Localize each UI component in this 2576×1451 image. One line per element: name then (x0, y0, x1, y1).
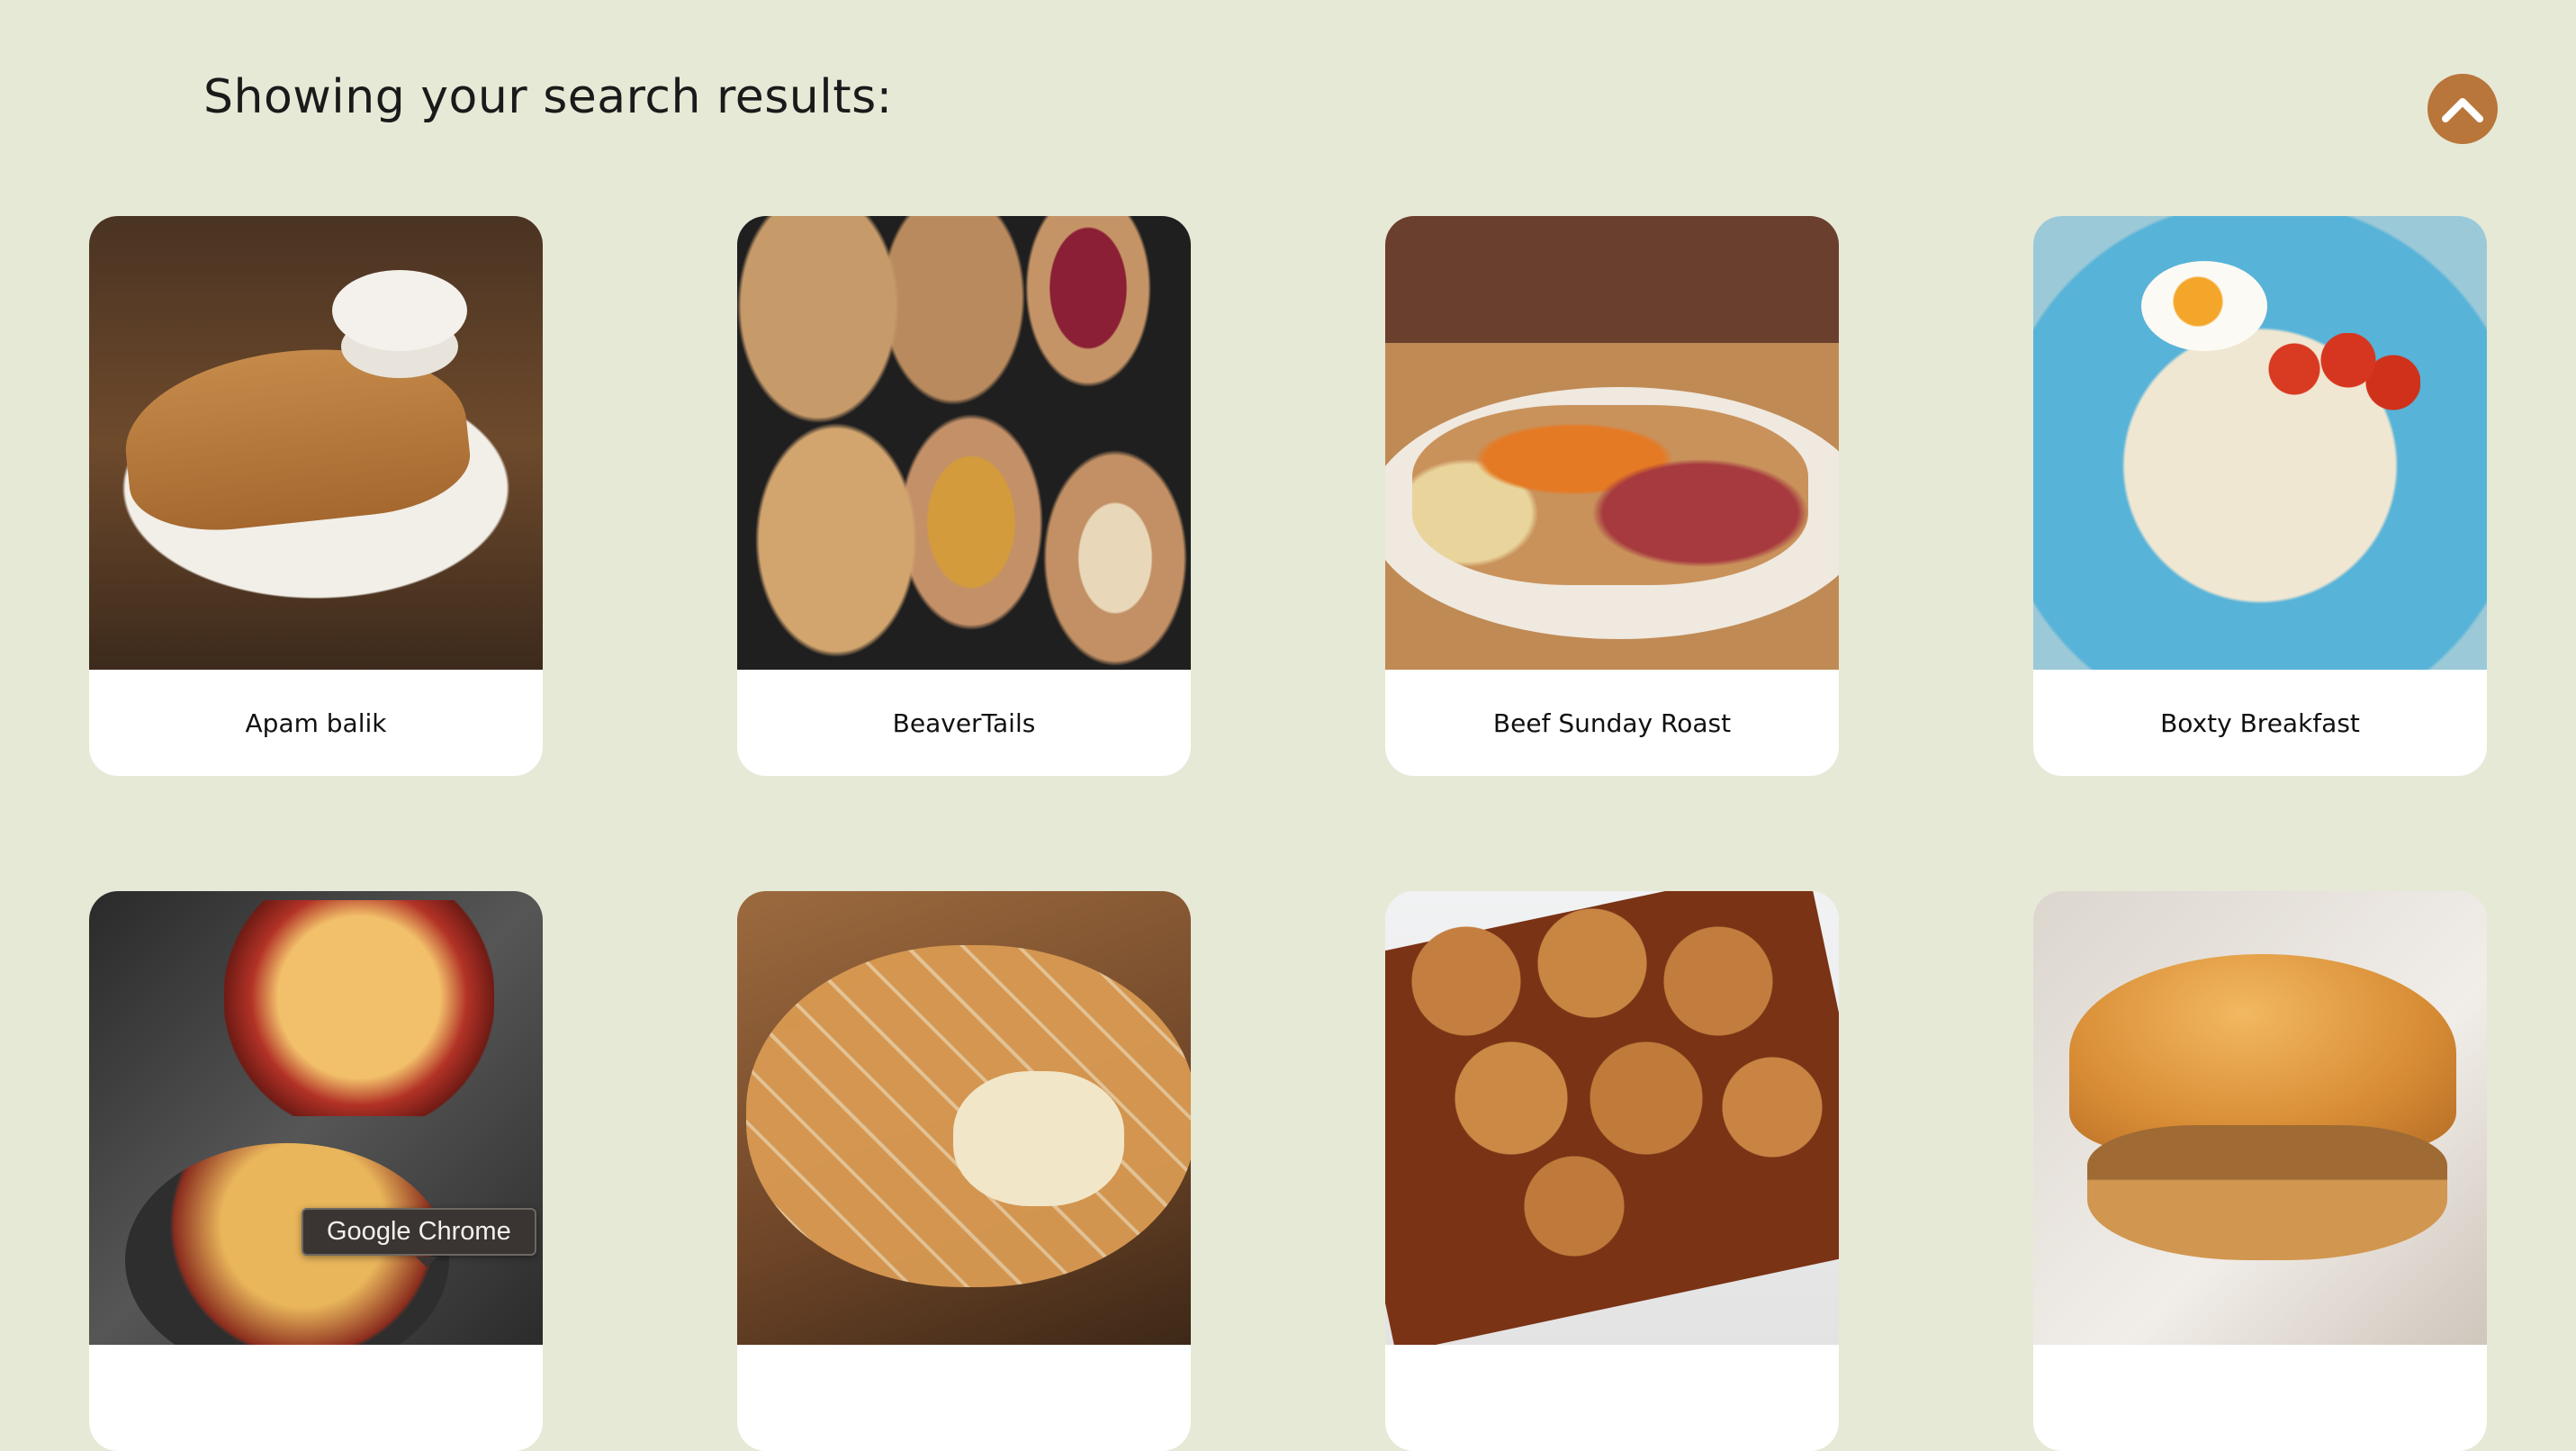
meal-name[interactable]: Beef Sunday Roast (1385, 670, 1839, 776)
meal-name[interactable]: Apam balik (89, 670, 543, 776)
meal-image[interactable] (89, 891, 543, 1345)
meal-image[interactable] (2033, 891, 2487, 1345)
result-card-beavertails[interactable]: BeaverTails (737, 216, 1191, 776)
chevron-up-icon (2442, 98, 2483, 122)
meal-name[interactable] (2033, 1345, 2487, 1451)
scroll-to-top-button[interactable] (2427, 74, 2498, 144)
meal-image[interactable] (1385, 216, 1839, 670)
meal-image[interactable] (737, 891, 1191, 1345)
result-card-5[interactable] (89, 891, 543, 1451)
result-card-beef-sunday-roast[interactable]: Beef Sunday Roast (1385, 216, 1839, 776)
meal-name[interactable] (737, 1345, 1191, 1451)
meal-name[interactable]: Boxty Breakfast (2033, 670, 2487, 776)
meal-name[interactable] (89, 1345, 543, 1451)
result-card-6[interactable] (737, 891, 1191, 1451)
tooltip: Google Chrome (302, 1208, 536, 1256)
result-card-7[interactable] (1385, 891, 1839, 1451)
meal-image[interactable] (1385, 891, 1839, 1345)
meal-image[interactable] (89, 216, 543, 670)
result-card-apam-balik[interactable]: Apam balik (89, 216, 543, 776)
result-card-boxty-breakfast[interactable]: Boxty Breakfast (2033, 216, 2487, 776)
meal-name[interactable]: BeaverTails (737, 670, 1191, 776)
page-title: Showing your search results: (203, 70, 893, 124)
meal-image[interactable] (2033, 216, 2487, 670)
meal-name[interactable] (1385, 1345, 1839, 1451)
result-card-8[interactable] (2033, 891, 2487, 1451)
tooltip-pointer (416, 1257, 437, 1267)
results-grid: Apam balik BeaverTails Beef Sunday Roast… (89, 216, 2487, 1451)
meal-image[interactable] (737, 216, 1191, 670)
